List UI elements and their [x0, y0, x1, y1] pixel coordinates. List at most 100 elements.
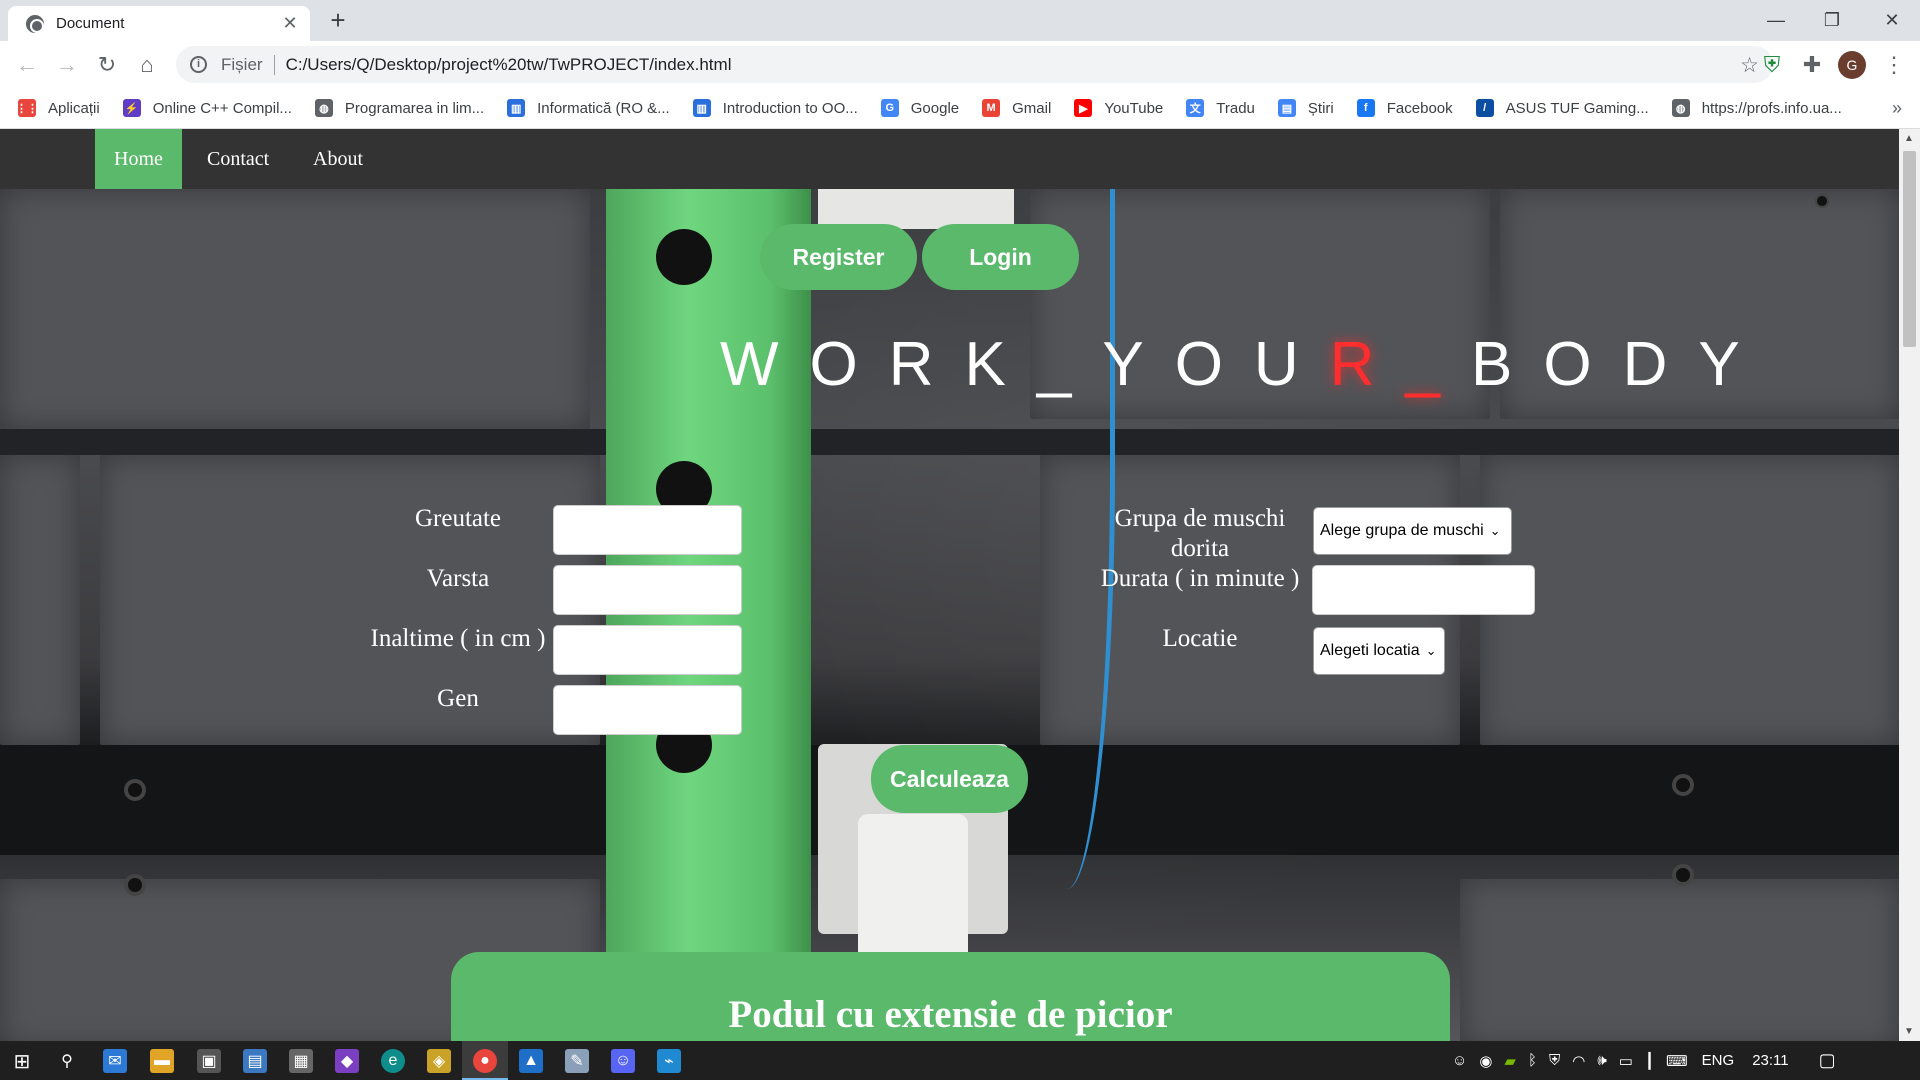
inaltime-input[interactable] — [553, 625, 742, 675]
forward-arrow-icon[interactable]: → — [52, 50, 82, 80]
bookmark-item[interactable]: ⚡ Online C++ Compil... — [122, 99, 292, 117]
bookmark-label: Online C++ Compil... — [152, 99, 292, 117]
search-icon[interactable]: ⚲ — [55, 1049, 79, 1073]
news-icon: ▤ — [1277, 99, 1296, 117]
address-bar[interactable]: i Fișier C:/Users/Q/Desktop/project%20tw… — [176, 46, 1773, 83]
gen-input[interactable] — [553, 685, 742, 735]
vscode-icon[interactable]: ⌁ — [657, 1049, 681, 1073]
close-window-icon[interactable]: ✕ — [1864, 0, 1920, 41]
mail-icon[interactable]: ✉ — [103, 1049, 127, 1073]
discord-icon[interactable]: ☺ — [611, 1049, 635, 1073]
nav-home-link[interactable]: Home — [95, 129, 182, 189]
bookmark-label: Facebook — [1386, 99, 1453, 117]
varsta-input[interactable] — [553, 565, 742, 615]
extensions-puzzle-icon[interactable]: ✚ — [1798, 51, 1826, 79]
back-arrow-icon[interactable]: ← — [12, 50, 42, 80]
wifi-icon[interactable]: ◠ — [1572, 1052, 1585, 1070]
home-icon[interactable]: ⌂ — [132, 50, 162, 80]
shield-extension-icon[interactable]: ⛨ — [1758, 51, 1786, 79]
wall-bolt — [124, 874, 146, 896]
bookmark-item[interactable]: G Google — [880, 99, 959, 117]
bookmark-item[interactable]: ▶ YouTube — [1074, 99, 1163, 117]
nav-contact-link[interactable]: Contact — [188, 129, 288, 189]
scroll-up-arrow-icon[interactable]: ▲ — [1904, 133, 1914, 144]
login-button[interactable]: Login — [922, 224, 1079, 290]
bookmark-item[interactable]: ▤ Știri — [1277, 99, 1334, 117]
asus-icon: / — [1475, 99, 1494, 117]
page-viewport: Home Contact About Register Login WORK_Y… — [0, 129, 1920, 1041]
new-tab-button[interactable]: + — [323, 6, 353, 36]
url-text[interactable]: C:/Users/Q/Desktop/project%20tw/TwPROJEC… — [286, 55, 732, 75]
visual-studio-icon[interactable]: ◆ — [335, 1049, 359, 1073]
plug-image — [858, 814, 968, 964]
bookmark-item[interactable]: 文 Tradu — [1186, 99, 1255, 117]
bookmark-item[interactable]: f Facebook — [1356, 99, 1453, 117]
bookmarks-overflow-icon[interactable]: » — [1892, 98, 1902, 119]
browser-toolbar: ← → ↻ ⌂ i Fișier C:/Users/Q/Desktop/proj… — [0, 41, 1920, 88]
bookmark-item[interactable]: M Gmail — [982, 99, 1051, 117]
microphone-icon[interactable]: ┃ — [1645, 1052, 1654, 1070]
site-headline: WORK_YOUR_BODY — [720, 329, 1771, 400]
app-icon[interactable]: ◈ — [427, 1049, 451, 1073]
grupa-muschi-label: Grupa de muschi dorita — [1095, 504, 1305, 564]
locatie-select[interactable]: Alegeti locatia ⌄ — [1313, 627, 1445, 675]
bookmark-item[interactable]: ⋮⋮ Aplicații — [16, 99, 100, 117]
windows-start-icon[interactable]: ⊞ — [10, 1049, 34, 1073]
scroll-down-arrow-icon[interactable]: ▼ — [1904, 1026, 1914, 1037]
register-button[interactable]: Register — [760, 224, 917, 290]
browser-tray-icon[interactable]: ◉ — [1479, 1052, 1492, 1070]
wall-bolt — [124, 779, 146, 801]
background-brick — [1460, 879, 1899, 1041]
grupa-muschi-label-line1: Grupa de muschi — [1114, 505, 1286, 532]
minimize-icon[interactable]: — — [1748, 0, 1804, 41]
gmail-icon: M — [982, 99, 1001, 117]
bookmark-item[interactable]: ▥ Introduction to OO... — [692, 99, 858, 117]
remote-desktop-icon[interactable]: ▤ — [243, 1049, 267, 1073]
nav-about-link[interactable]: About — [294, 129, 382, 189]
background-mortar — [0, 429, 1899, 455]
wall-socket-image — [818, 189, 1014, 229]
language-indicator[interactable]: ENG — [1702, 1052, 1735, 1069]
security-tray-icon[interactable]: ⛨ — [1549, 1052, 1560, 1069]
profile-avatar[interactable]: G — [1838, 51, 1866, 79]
chrome-icon[interactable]: ● — [473, 1049, 497, 1073]
chevron-down-icon: ⌄ — [1425, 643, 1437, 658]
clock-time[interactable]: 23:11 — [1752, 1052, 1788, 1069]
scrollbar-thumb[interactable] — [1903, 151, 1916, 347]
photos-icon[interactable]: ▲ — [519, 1049, 543, 1073]
keyboard-icon[interactable]: ⌨ — [1666, 1052, 1688, 1070]
globe-icon: ◍ — [1671, 99, 1690, 117]
battery-icon[interactable]: ▭ — [1619, 1052, 1633, 1070]
info-icon[interactable]: i — [190, 56, 207, 73]
bookmark-item[interactable]: / ASUS TUF Gaming... — [1475, 99, 1649, 117]
nvidia-tray-icon[interactable]: ▰ — [1504, 1052, 1516, 1070]
site-navbar: Home Contact About — [0, 129, 1899, 189]
tab-document[interactable]: Document ✕ — [8, 6, 310, 41]
durata-input[interactable] — [1312, 565, 1535, 615]
locatie-selected: Alegeti locatia — [1320, 642, 1420, 659]
windows-taskbar: ⊞ ⚲ ✉ ▬ ▣ ▤ ▦ ◆ e ◈ ● ▲ ✎ ☺ ⌁ ☺ ◉ ▰ ᛒ ⛨ … — [0, 1041, 1920, 1080]
bookmark-item[interactable]: ◍ https://profs.info.ua... — [1671, 99, 1842, 117]
calculator-icon[interactable]: ▦ — [289, 1049, 313, 1073]
reload-icon[interactable]: ↻ — [92, 50, 122, 80]
restore-icon[interactable]: ❐ — [1804, 0, 1860, 41]
bookmark-star-icon[interactable]: ☆ — [1740, 53, 1759, 78]
greutate-input[interactable] — [553, 505, 742, 555]
edge-icon[interactable]: e — [381, 1049, 405, 1073]
grupa-muschi-select[interactable]: Alege grupa de muschi ⌄ — [1313, 507, 1512, 555]
discord-tray-icon[interactable]: ☺ — [1452, 1052, 1467, 1069]
bookmark-item[interactable]: ▥ Informatică (RO &... — [507, 99, 670, 117]
bluetooth-icon[interactable]: ᛒ — [1528, 1052, 1537, 1069]
bookmark-item[interactable]: ◍ Programarea in lim... — [314, 99, 484, 117]
file-explorer-icon[interactable]: ▬ — [150, 1049, 174, 1073]
locatie-label: Locatie — [1162, 625, 1238, 652]
close-tab-icon[interactable]: ✕ — [280, 13, 300, 34]
store-icon[interactable]: ▣ — [197, 1049, 221, 1073]
notifications-icon[interactable]: ▢ — [1819, 1050, 1836, 1071]
durata-label: Durata ( in minute ) — [1100, 565, 1300, 592]
kebab-menu-icon[interactable]: ⋮ — [1880, 51, 1908, 79]
volume-icon[interactable]: 🕪 — [1597, 1052, 1606, 1069]
notepad-icon[interactable]: ✎ — [565, 1049, 589, 1073]
page-scrollbar[interactable]: ▲ ▼ — [1899, 129, 1920, 1041]
calculeaza-button[interactable]: Calculeaza — [871, 745, 1028, 813]
